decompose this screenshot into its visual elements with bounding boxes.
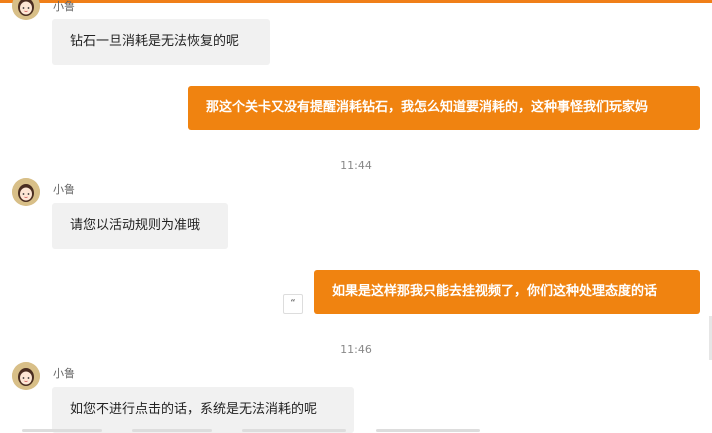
outgoing-message-bubble: 如果是这样那我只能去挂视频了，你们这种处理态度的话 (314, 270, 700, 314)
agent-avatar (12, 0, 40, 20)
sender-name: 小鲁 (53, 183, 75, 196)
agent-avatar (12, 362, 40, 390)
incoming-message-bubble: 如您不进行点击的话，系统是无法消耗的呢 (52, 387, 354, 433)
incoming-message-bubble: 钻石一旦消耗是无法恢复的呢 (52, 19, 270, 65)
outgoing-message-bubble: 那这个关卡又没有提醒消耗钻石，我怎么知道要消耗的，这种事怪我们玩家妈 (188, 86, 700, 130)
message-timestamp: 11:46 (340, 343, 372, 356)
agent-avatar (12, 178, 40, 206)
sender-name: 小鲁 (53, 367, 75, 380)
quote-icon[interactable]: “ (283, 294, 303, 314)
top-accent-bar (0, 0, 712, 3)
sender-name: 小鲁 (53, 0, 75, 13)
incoming-message-bubble: 请您以活动规则为准哦 (52, 203, 228, 249)
message-timestamp: 11:44 (340, 159, 372, 172)
